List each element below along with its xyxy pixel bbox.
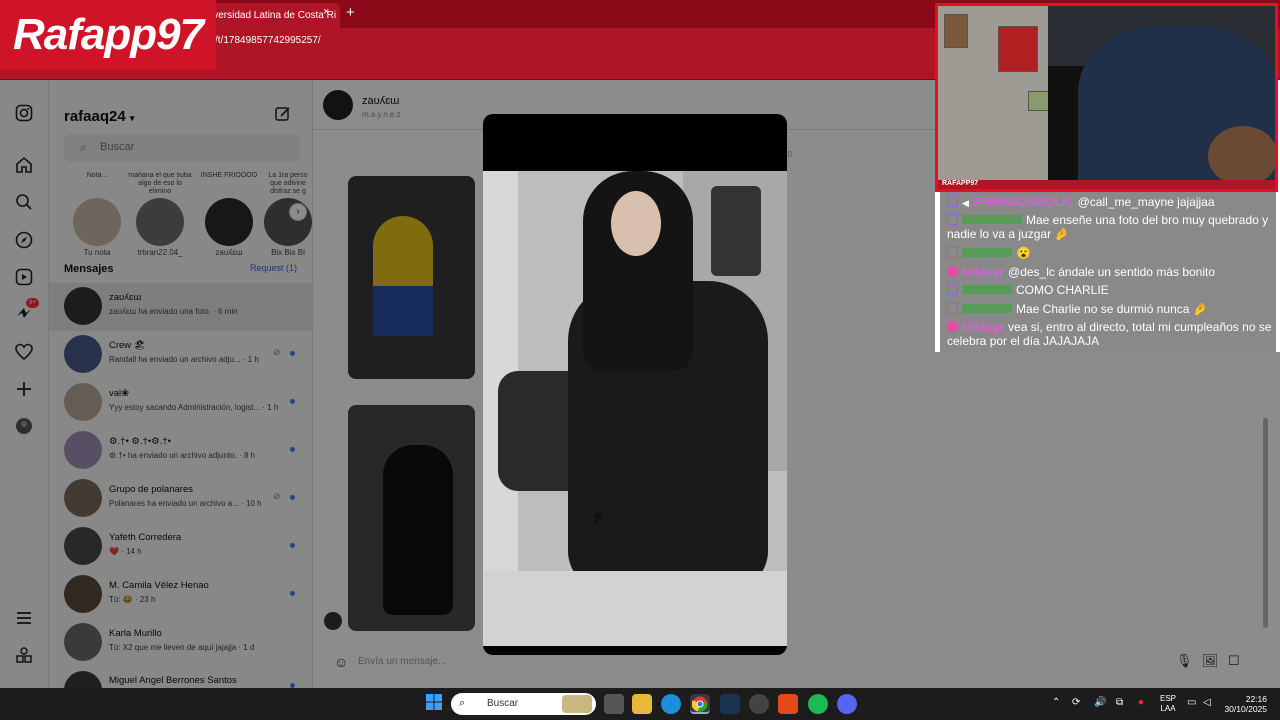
system-clock[interactable]: 22:16 30/10/2025 <box>1222 694 1267 714</box>
chat-message: Mae Charlie no se durmió nunca 🤌 <box>947 302 1273 316</box>
chrome-icon[interactable] <box>690 694 710 714</box>
heart-badge-icon <box>947 266 958 277</box>
browser-tab-title: iversidad Latina de Costa Ri <box>211 10 337 21</box>
photo-detail <box>711 186 761 276</box>
photo-viewer[interactable] <box>483 114 787 655</box>
spotify-icon[interactable] <box>808 694 828 714</box>
webcam-detail <box>944 14 968 48</box>
screen: iversidad Latina de Costa Ri × + /t/1784… <box>0 0 1280 720</box>
clock-time: 22:16 <box>1245 694 1267 704</box>
chevron-up-icon[interactable]: ⌃ <box>1052 697 1060 708</box>
chat-message: 😮 <box>947 246 1273 260</box>
badge-icon <box>947 303 958 314</box>
display-icon[interactable]: ▭ <box>1187 697 1196 708</box>
chat-username <box>962 285 1012 294</box>
chat-text: COMO CHARLIE <box>1016 283 1109 297</box>
webcam-detail <box>998 26 1038 72</box>
browser-tab[interactable]: iversidad Latina de Costa Ri <box>205 3 340 28</box>
webcam-detail <box>1208 126 1275 186</box>
chat-username <box>962 304 1012 313</box>
chat-username: leilaagr <box>962 320 1005 334</box>
badge-icon <box>947 284 958 295</box>
mouse-cursor-icon <box>595 513 603 525</box>
streamer-brand: Rafapp97 <box>0 0 216 70</box>
chat-text: @des_lc ándale un sentido más bonito <box>1008 265 1216 279</box>
search-icon: ⌕ <box>459 697 466 709</box>
chat-username: FARMACIABOLIC <box>972 195 1074 209</box>
record-icon[interactable]: ● <box>1138 697 1144 708</box>
scrollbar-thumb[interactable] <box>1263 418 1268 628</box>
new-tab-button[interactable]: + <box>346 4 355 21</box>
file-explorer-icon[interactable] <box>632 694 652 714</box>
webcam-overlay: RAFAPP97 <box>935 3 1278 192</box>
heart-badge-icon <box>947 321 958 332</box>
badge-icon <box>947 196 958 207</box>
audio-icon: ◀ <box>962 198 969 208</box>
chat-message: leilaagr vea si, entro al directo, total … <box>947 320 1273 348</box>
chat-message: Mae enseñe una foto del bro muy quebrado… <box>947 213 1273 241</box>
clock-date: 30/10/2025 <box>1224 704 1267 714</box>
badge-icon <box>947 214 958 225</box>
brand-text: Rafapp97 <box>12 10 204 59</box>
speaker-icon[interactable]: ◁ <box>1203 697 1211 708</box>
chat-text: Mae Charlie no se durmió nunca 🤌 <box>1016 302 1208 316</box>
close-tab-icon[interactable]: × <box>323 6 329 18</box>
chat-text: 😮 <box>1016 246 1031 260</box>
chat-message: leilaagr @des_lc ándale un sentido más bo… <box>947 265 1273 279</box>
photo-detail <box>483 571 787 646</box>
badge-icon <box>947 247 958 258</box>
taskbar-search-placeholder: Buscar <box>487 698 519 709</box>
chat-username <box>962 248 1012 257</box>
language-indicator[interactable]: ESP LAA <box>1160 694 1176 714</box>
steam-icon[interactable] <box>720 694 740 714</box>
windows-start-icon[interactable] <box>424 694 444 714</box>
chat-message: ◀ FARMACIABOLIC @call_me_mayne jajajjaa <box>947 195 1273 210</box>
webcam-label: RAFAPP97 <box>938 180 1275 189</box>
modal-backdrop[interactable] <box>0 80 935 688</box>
search-highlight-icon <box>562 695 592 713</box>
language-bottom: LAA <box>1160 704 1176 713</box>
discord-icon[interactable] <box>837 694 857 714</box>
taskbar: ⌕ Buscar ⌃ ⟳ 🔊 ⧉ ● ESP LAA ▭ ◁ 22:16 30/… <box>0 688 1280 720</box>
obs-icon[interactable] <box>749 694 769 714</box>
task-view-icon[interactable] <box>604 694 624 714</box>
stream-chat: ◀ FARMACIABOLIC @call_me_mayne jajajjaa Ma… <box>940 192 1276 352</box>
chat-username <box>962 215 1022 224</box>
volume-icon[interactable]: 🔊 <box>1094 697 1106 708</box>
chat-message: COMO CHARLIE <box>947 283 1273 297</box>
sync-icon[interactable]: ⟳ <box>1072 697 1080 708</box>
taskbar-search[interactable]: ⌕ Buscar <box>451 693 596 715</box>
modal-backdrop[interactable] <box>935 352 1280 688</box>
chat-text: @call_me_mayne jajajjaa <box>1077 195 1215 209</box>
url-text[interactable]: /t/17849857742995257/ <box>215 35 321 46</box>
viewer-photo <box>483 171 787 646</box>
language-top: ESP <box>1160 694 1177 703</box>
photo-detail <box>611 191 661 256</box>
network-icon[interactable]: ⧉ <box>1116 697 1123 708</box>
chat-username: leilaagr <box>962 265 1005 279</box>
edge-icon[interactable] <box>661 694 681 714</box>
brave-icon[interactable] <box>778 694 798 714</box>
